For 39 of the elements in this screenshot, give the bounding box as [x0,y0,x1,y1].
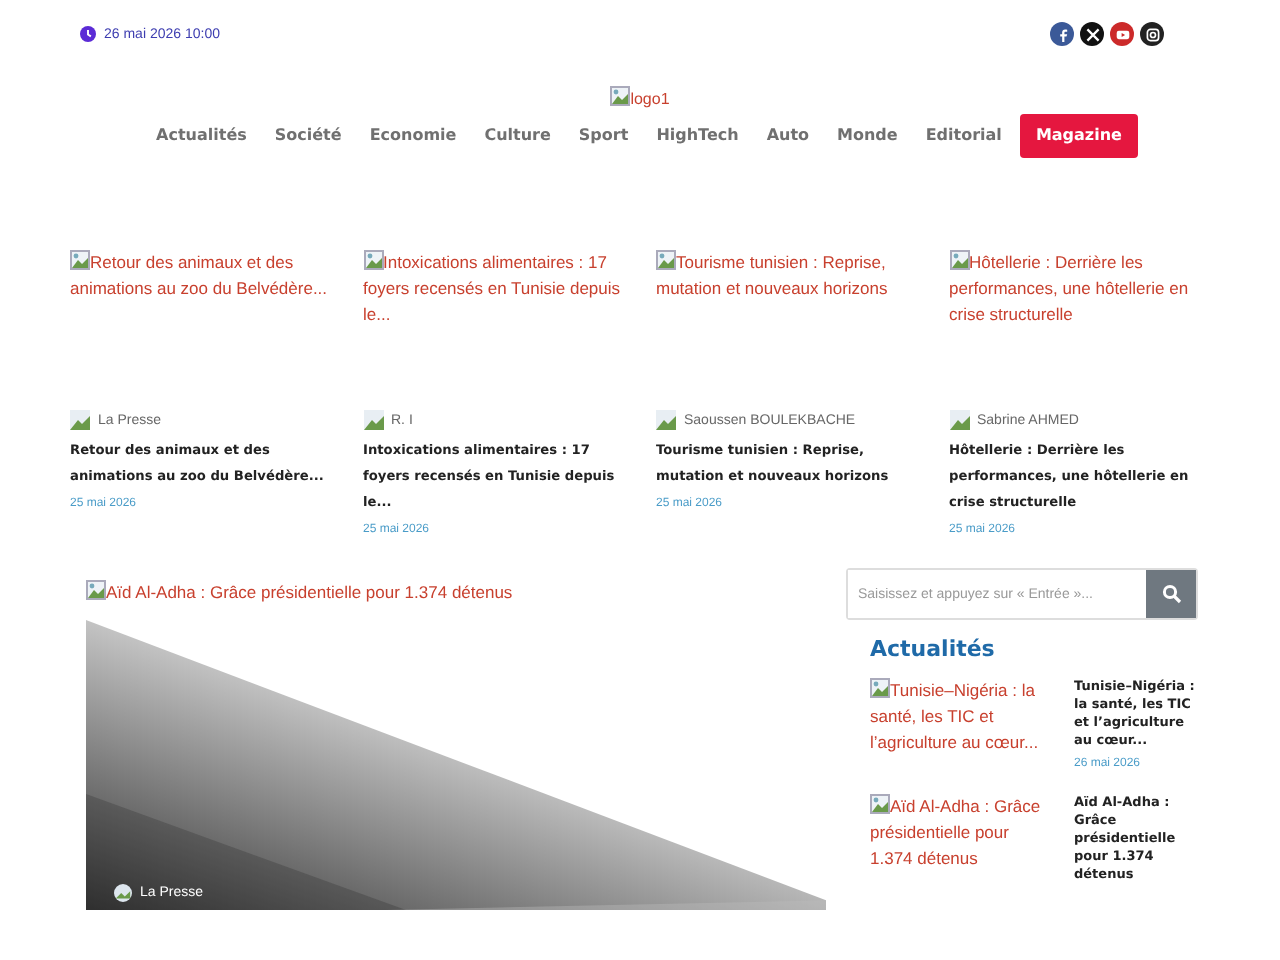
nav-link[interactable]: Monde [823,114,912,158]
x-icon[interactable] [1080,22,1104,46]
avatar-icon [656,410,676,430]
nav-link[interactable]: Auto [752,114,824,158]
image-alt-text[interactable]: Retour des animaux et des animations au zoo du Belvédère... [70,250,342,302]
facebook-icon[interactable] [1050,22,1074,46]
broken-image-icon [363,250,383,270]
broken-image-icon [949,250,969,270]
nav-link[interactable]: Economie [355,114,471,158]
image-alt-text[interactable]: Aïd Al-Adha : Grâce présidentielle pour 1.374 détenus [870,794,1050,884]
search-icon [1161,584,1181,604]
instagram-icon[interactable] [1140,22,1164,46]
section-heading: Actualités [870,636,997,662]
search-button[interactable] [1146,570,1196,618]
broken-image-icon [870,794,890,814]
broken-image-icon [86,580,106,600]
nav-link[interactable]: Magazine [1019,114,1138,158]
broken-image-icon [656,250,676,270]
youtube-icon[interactable] [1110,22,1134,46]
nav-link[interactable]: Editorial [911,114,1016,158]
image-alt-text[interactable]: Tourisme tunisien : Reprise, mutation et nouveaux horizons [656,250,928,302]
nav-link[interactable]: Sport [564,114,643,158]
nav-link[interactable]: Société [260,114,356,158]
broken-image-icon [610,86,631,106]
nav-link[interactable]: HighTech [642,114,753,158]
clock-icon [80,26,96,42]
image-alt-text[interactable]: Aïd Al-Adha : Grâce présidentielle pour 1.374 détenus [86,580,826,606]
nav-link[interactable]: Actualités [142,114,261,158]
image-alt-text[interactable]: Intoxications alimentaires : 17 foyers recensés en Tunisie depuis le... [363,250,635,328]
avatar-icon [949,410,969,430]
logo-alt-text[interactable]: logo1 [610,86,670,112]
avatar-icon [114,884,132,902]
avatar-icon [363,410,383,430]
image-alt-text[interactable]: Hôtellerie : Derrière les performances, une hôtellerie en crise structurelle [949,250,1221,328]
avatar-icon [70,410,90,430]
image-alt-text[interactable]: Tunisie–Nigéria : la santé, les TIC et l’agriculture au cœur... [870,678,1050,770]
broken-image-icon [870,678,890,698]
nav-link[interactable]: Culture [470,114,565,158]
broken-image-icon [70,250,90,270]
